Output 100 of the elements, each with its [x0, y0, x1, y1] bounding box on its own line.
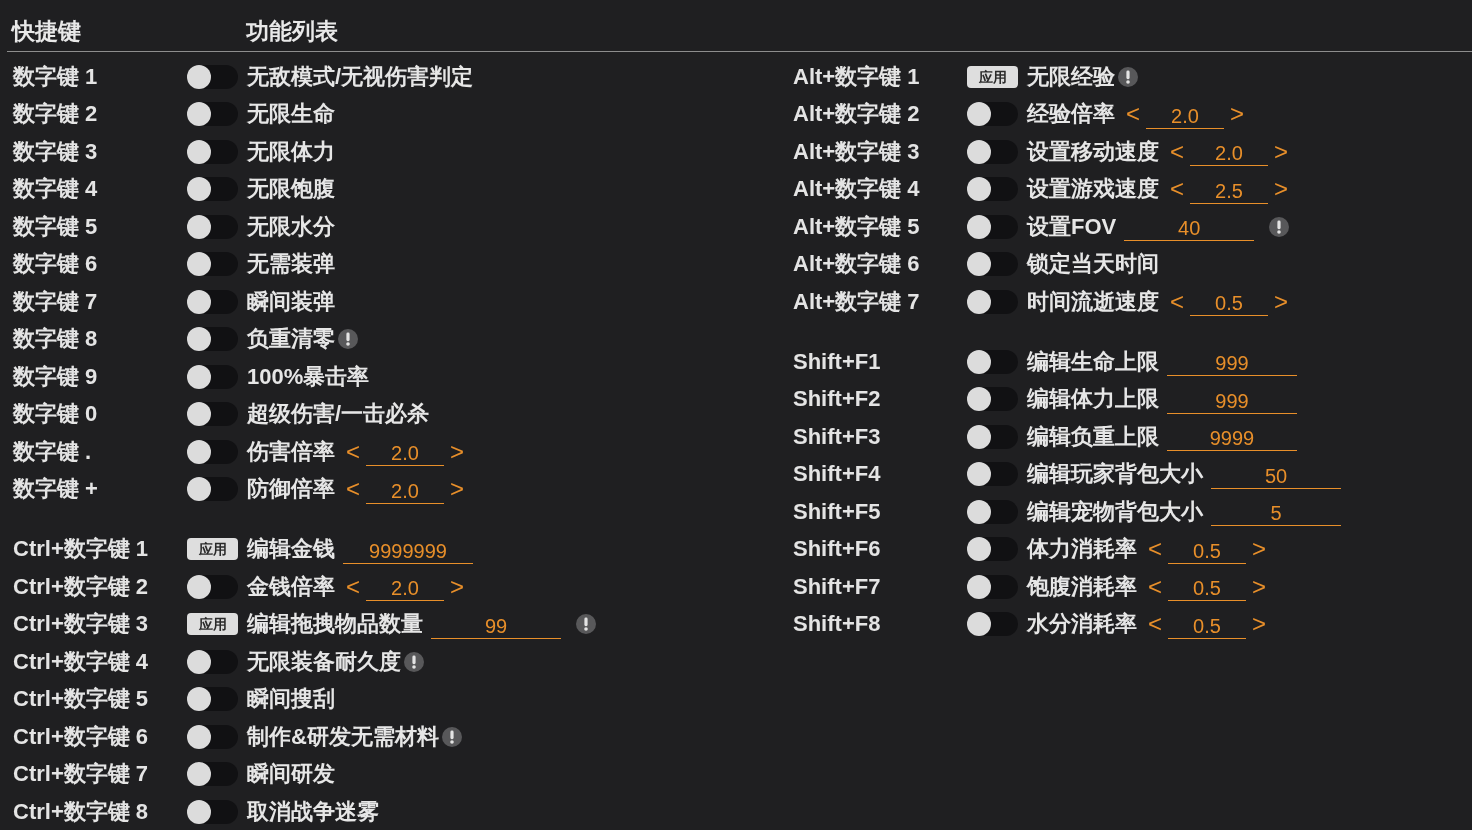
apply-button[interactable]: 应用 [187, 613, 238, 636]
increment-button[interactable]: > [1252, 536, 1266, 563]
toggle-switch[interactable] [967, 499, 1018, 524]
value-field[interactable]: 0.5 [1168, 613, 1246, 639]
value-field[interactable]: 9999999 [343, 538, 473, 564]
feature-label: 瞬间搜刮 [247, 685, 335, 714]
feature-label: 金钱倍率 [247, 572, 335, 601]
feature-label: 无需装弹 [247, 250, 335, 279]
feature-label: 水分消耗率 [1027, 610, 1137, 639]
toggle-switch[interactable] [187, 402, 238, 427]
value-field[interactable]: 50 [1211, 463, 1341, 489]
increment-button[interactable]: > [1274, 176, 1288, 203]
toggle-switch[interactable] [967, 177, 1018, 202]
hotkey-label: Shift+F7 [793, 573, 882, 600]
increment-button[interactable]: > [450, 573, 464, 600]
value-field[interactable]: 2.0 [1190, 141, 1268, 167]
increment-button[interactable]: > [1252, 573, 1266, 600]
toggle-switch[interactable] [967, 462, 1018, 487]
decrement-button[interactable]: < [346, 476, 360, 503]
toggle-switch[interactable] [187, 574, 238, 599]
value-field[interactable]: 40 [1124, 216, 1255, 242]
value-field[interactable]: 0.5 [1168, 576, 1246, 602]
decrement-button[interactable]: < [346, 573, 360, 600]
feature-label: 取消战争迷雾 [247, 797, 379, 826]
increment-button[interactable]: > [450, 476, 464, 503]
toggle-switch[interactable] [187, 439, 238, 464]
toggle-switch[interactable] [187, 214, 238, 239]
toggle-switch[interactable] [187, 139, 238, 164]
value-field[interactable]: 2.0 [366, 478, 444, 504]
toggle-switch[interactable] [187, 102, 238, 127]
feature-label: 瞬间装弹 [247, 287, 335, 316]
apply-button[interactable]: 应用 [967, 65, 1018, 88]
increment-button[interactable]: > [1230, 101, 1244, 128]
feature-label: 编辑体力上限 [1027, 385, 1159, 414]
hotkey-label: 数字键 8 [13, 325, 99, 354]
toggle-switch[interactable] [187, 649, 238, 674]
value-field[interactable]: 2.0 [366, 441, 444, 467]
toggle-switch[interactable] [967, 214, 1018, 239]
toggle-switch[interactable] [187, 724, 238, 749]
hotkey-label: 数字键 1 [13, 62, 99, 91]
feature-label: 编辑拖拽物品数量 [247, 610, 423, 639]
value-field[interactable]: 999 [1167, 388, 1297, 414]
feature-label: 无限体力 [247, 137, 335, 166]
toggle-switch[interactable] [967, 102, 1018, 127]
toggle-switch[interactable] [967, 387, 1018, 412]
feature-label: 无敌模式/无视伤害判定 [247, 62, 474, 91]
value-field[interactable]: 999 [1167, 351, 1297, 377]
value-field[interactable]: 0.5 [1190, 291, 1268, 317]
hotkey-label: Alt+数字键 7 [793, 287, 921, 316]
hotkey-label: Ctrl+数字键 2 [13, 572, 150, 601]
column-heading: 功能列表 [246, 17, 338, 46]
hotkey-label: Shift+F8 [793, 611, 882, 638]
toggle-switch[interactable] [187, 799, 238, 824]
decrement-button[interactable]: < [1170, 138, 1184, 165]
value-field[interactable]: 99 [431, 613, 561, 639]
value-field[interactable]: 9999 [1167, 426, 1297, 452]
toggle-switch[interactable] [967, 139, 1018, 164]
toggle-switch[interactable] [967, 424, 1018, 449]
decrement-button[interactable]: < [1170, 176, 1184, 203]
increment-button[interactable]: > [1252, 611, 1266, 638]
toggle-switch[interactable] [967, 612, 1018, 637]
toggle-switch[interactable] [967, 252, 1018, 277]
decrement-button[interactable]: < [1148, 573, 1162, 600]
toggle-switch[interactable] [187, 687, 238, 712]
increment-button[interactable]: > [1274, 288, 1288, 315]
feature-label: 100%暴击率 [247, 362, 370, 391]
decrement-button[interactable]: < [1170, 288, 1184, 315]
toggle-switch[interactable] [967, 537, 1018, 562]
toggle-switch[interactable] [967, 289, 1018, 314]
hotkey-label: Shift+F3 [793, 423, 882, 450]
toggle-switch[interactable] [187, 364, 238, 389]
decrement-button[interactable]: < [1126, 101, 1140, 128]
toggle-switch[interactable] [187, 762, 238, 787]
decrement-button[interactable]: < [1148, 536, 1162, 563]
hotkey-label: Ctrl+数字键 8 [13, 797, 150, 826]
value-field[interactable]: 0.5 [1168, 538, 1246, 564]
feature-label: 编辑宠物背包大小 [1027, 497, 1203, 526]
toggle-switch[interactable] [187, 477, 238, 502]
decrement-button[interactable]: < [1148, 611, 1162, 638]
toggle-switch[interactable] [967, 574, 1018, 599]
toggle-switch[interactable] [967, 349, 1018, 374]
hotkey-label: 数字键 0 [13, 400, 99, 429]
increment-button[interactable]: > [1274, 138, 1288, 165]
feature-label: 无限经验 [1027, 62, 1115, 91]
increment-button[interactable]: > [450, 438, 464, 465]
value-field[interactable]: 2.0 [1146, 103, 1224, 129]
feature-label: 无限装备耐久度 [247, 647, 401, 676]
value-field[interactable]: 2.5 [1190, 178, 1268, 204]
toggle-switch[interactable] [187, 252, 238, 277]
feature-label: 设置游戏速度 [1027, 175, 1159, 204]
toggle-switch[interactable] [187, 64, 238, 89]
value-field[interactable]: 2.0 [366, 576, 444, 602]
toggle-switch[interactable] [187, 177, 238, 202]
toggle-switch[interactable] [187, 327, 238, 352]
decrement-button[interactable]: < [346, 438, 360, 465]
apply-button[interactable]: 应用 [187, 538, 238, 561]
feature-label: 负重清零 [247, 325, 335, 354]
value-field[interactable]: 5 [1211, 501, 1341, 527]
hotkey-label: 数字键 6 [13, 250, 99, 279]
toggle-switch[interactable] [187, 289, 238, 314]
